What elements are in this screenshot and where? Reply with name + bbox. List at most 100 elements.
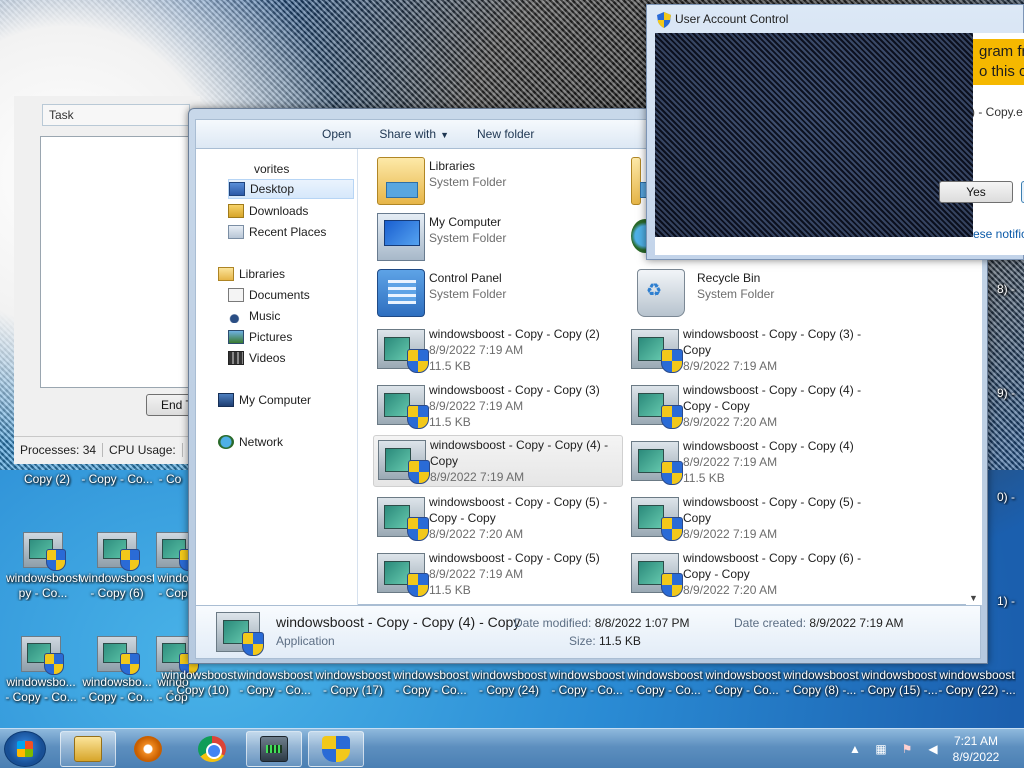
size-label: Size: (569, 634, 596, 648)
file-item[interactable]: windowsboost - Copy - Copy (6) - Copy - … (631, 549, 881, 601)
desktop-icon[interactable]: windowsboost - Copy (15) -... (860, 668, 938, 708)
yes-button[interactable]: Yes (939, 181, 1013, 203)
desktop-icon[interactable]: 8) - (988, 282, 1024, 302)
desktop-icon[interactable]: windowsboost - Copy - Co... (626, 668, 704, 708)
desktop-icon[interactable]: windowsboost - Copy - Co... (392, 668, 470, 708)
item-type: System Folder (429, 231, 507, 245)
scroll-down-icon[interactable]: ▼ (969, 593, 978, 603)
desktop-icon[interactable]: windowsbo... - Copy - Co... (80, 636, 154, 718)
item-line2: 8/9/2022 7:19 AM (429, 399, 524, 413)
file-item[interactable]: windowsboost - Copy - Copy (5) 8/9/2022 … (377, 549, 627, 601)
file-item-selected[interactable]: windowsboost - Copy - Copy (4) - Copy 8/… (373, 435, 623, 487)
desktop-icon[interactable]: windowsboost - Copy (17) (314, 668, 392, 708)
desktop-icon[interactable]: windo - Cop (156, 532, 199, 614)
desktop-icon[interactable]: 0) - (988, 490, 1024, 510)
file-item[interactable]: windowsboost - Copy - Copy (2) 8/9/2022 … (377, 325, 627, 377)
taskbar-chrome[interactable] (184, 731, 240, 767)
app-icon (631, 329, 683, 373)
file-item-libraries[interactable]: Libraries System Folder (377, 157, 627, 209)
show-hidden-icons-icon[interactable]: ▲ (847, 741, 863, 757)
nav-documents[interactable]: Documents (228, 285, 310, 305)
item-name: Control Panel (429, 271, 502, 285)
computer-icon (377, 213, 425, 261)
taskbar-explorer[interactable] (60, 731, 116, 767)
desktop-icon-label: - Copy - Co... (81, 472, 153, 486)
desktop-icon[interactable]: windowsboost - Copy - Co... (548, 668, 626, 708)
item-name: windowsboost - Copy - Copy (5) - (683, 495, 862, 509)
uac-shield-icon (657, 12, 671, 28)
desktop-icon-label: windowsboost (6, 571, 80, 585)
desktop-icon[interactable]: windowsboost - Copy (10) (160, 668, 238, 708)
item-line3: 8/9/2022 7:20 AM (683, 415, 778, 429)
desktop-icon[interactable]: windowsboost - Copy (24) (470, 668, 548, 708)
desktop-icon[interactable]: windowsboost py - Co... (6, 532, 80, 614)
date-created-label: Date created: (734, 616, 807, 630)
app-icon (631, 553, 683, 597)
item-name: windowsboost - Copy - Copy (6) - (683, 551, 862, 565)
file-item-control-panel[interactable]: Control Panel System Folder (377, 269, 627, 321)
desktop-icon-label: - Copy - Co... (5, 690, 77, 704)
file-item[interactable]: windowsboost - Copy - Copy (4) 8/9/2022 … (631, 437, 881, 489)
file-item-recycle-bin[interactable]: Recycle Bin System Folder (631, 269, 881, 321)
file-item[interactable]: windowsboost - Copy - Copy (5) - Copy 8/… (631, 493, 881, 545)
desktop-icon-label: windowsboost (161, 668, 237, 682)
nav-libraries-label: Libraries (239, 267, 286, 281)
item-name: Libraries (429, 159, 476, 173)
nav-downloads[interactable]: Downloads (228, 201, 308, 221)
item-name: My Computer (429, 215, 502, 229)
nav-pictures-label: Pictures (249, 330, 293, 344)
nav-favorites[interactable]: vorites (254, 159, 289, 179)
new-folder-button[interactable]: New folder (463, 122, 548, 146)
network-status-icon[interactable]: ▦ (873, 741, 889, 757)
nav-favorites-label: vorites (254, 162, 290, 176)
open-button[interactable]: Open (308, 122, 365, 146)
file-item[interactable]: windowsboost - Copy - Copy (3) - Copy 8/… (631, 325, 881, 377)
task-manager-icon (260, 736, 288, 762)
nav-desktop-label: Desktop (250, 182, 295, 196)
desktop-icon-label: windowsboost (80, 571, 154, 585)
desktop-icon[interactable]: 1) - (988, 594, 1024, 614)
change-notification-link[interactable]: ese notific (973, 227, 1024, 241)
process-list[interactable] (40, 136, 200, 388)
task-manager-window: Task End T Processes: 34 CPU Usage: (14, 96, 200, 464)
desktop-icon-label: - Copy (22) -... (938, 683, 1016, 697)
taskbar-media-player[interactable] (120, 731, 176, 767)
nav-libraries[interactable]: Libraries (218, 264, 285, 284)
desktop-icon-label: - Copy - Co... (395, 683, 467, 697)
desktop-icon[interactable]: windowsbo... - Copy - Co... (4, 636, 78, 718)
nav-recent-places[interactable]: Recent Places (228, 222, 326, 242)
file-item-my-computer[interactable]: My Computer System Folder (377, 213, 627, 265)
nav-music[interactable]: Music (228, 306, 280, 326)
item-line3: 11.5 KB (429, 415, 471, 429)
task-manager-status-bar: Processes: 34 CPU Usage: (14, 436, 200, 462)
action-center-icon[interactable]: ⚑ (899, 741, 915, 757)
taskbar-uac[interactable] (308, 731, 364, 767)
desktop-icon[interactable]: windowsboost - Copy (6) (80, 532, 154, 614)
desktop-icon-label: windowsbo... (82, 675, 152, 689)
details-pane: windowsboost - Copy - Copy (4) - Copy Ap… (195, 605, 981, 659)
folder-icon (74, 736, 102, 762)
desktop-icon[interactable]: 9) - (988, 386, 1024, 406)
start-button[interactable] (4, 731, 46, 767)
nav-pictures[interactable]: Pictures (228, 327, 292, 347)
file-item[interactable]: windowsboost - Copy - Copy (4) - Copy - … (631, 381, 881, 433)
clock[interactable]: 7:21 AM 8/9/2022 (936, 733, 1016, 765)
share-with-button[interactable]: Share with ▼ (365, 122, 463, 146)
nav-network[interactable]: Network (218, 432, 283, 452)
app-icon (377, 553, 429, 597)
music-icon (228, 309, 244, 323)
taskbar-task-manager[interactable] (246, 731, 302, 767)
desktop-icon-label: - Copy - Co... (239, 683, 311, 697)
desktop-icon[interactable]: windowsboost - Copy - Co... (704, 668, 782, 708)
nav-desktop[interactable]: Desktop (228, 179, 354, 199)
nav-videos[interactable]: Videos (228, 348, 285, 368)
desktop-icon[interactable]: windowsboost - Copy - Co... (236, 668, 314, 708)
desktop-icon-label: - Copy (8) -... (785, 683, 857, 697)
desktop-icon[interactable]: windowsboost - Copy (22) -... (938, 668, 1016, 708)
file-item[interactable]: windowsboost - Copy - Copy (3) 8/9/2022 … (377, 381, 627, 433)
desktop-icon[interactable]: windowsboost - Copy (8) -... (782, 668, 860, 708)
item-line2: Copy - Copy (429, 511, 496, 525)
file-item[interactable]: windowsboost - Copy - Copy (5) - Copy - … (377, 493, 627, 545)
nav-my-computer[interactable]: My Computer (218, 390, 311, 410)
uac-content: gram fr o this co ) - Copy.e Yes ese not… (655, 33, 1024, 255)
